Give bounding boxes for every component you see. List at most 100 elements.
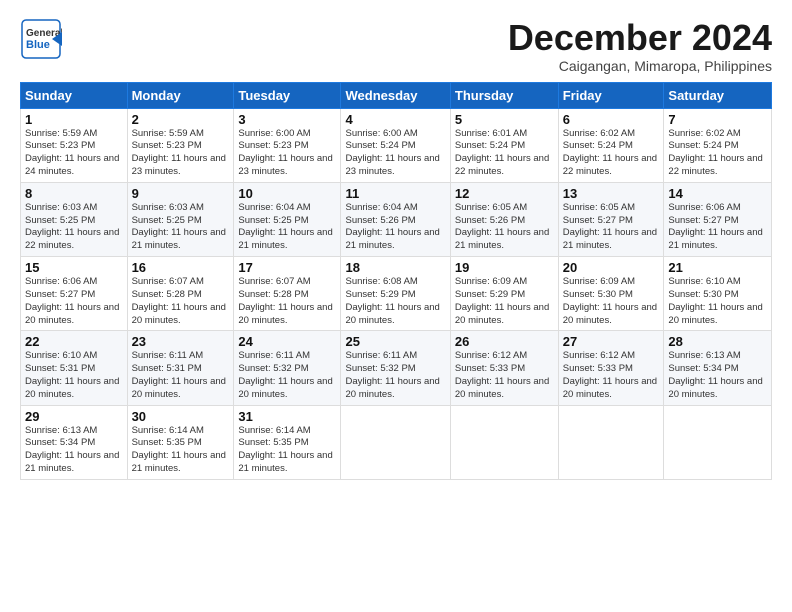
day-number: 30: [132, 409, 230, 424]
cell-sun-info: Sunrise: 6:02 AM Sunset: 5:24 PM Dayligh…: [668, 128, 767, 179]
calendar-cell: 18Sunrise: 6:08 AM Sunset: 5:29 PM Dayli…: [341, 257, 450, 331]
calendar-cell: 12Sunrise: 6:05 AM Sunset: 5:26 PM Dayli…: [450, 182, 558, 256]
logo: General Blue: [20, 18, 62, 60]
calendar-cell: 15Sunrise: 6:06 AM Sunset: 5:27 PM Dayli…: [21, 257, 128, 331]
day-number: 27: [563, 334, 660, 349]
col-sunday: Sunday: [21, 82, 128, 108]
day-number: 21: [668, 260, 767, 275]
cell-sun-info: Sunrise: 6:14 AM Sunset: 5:35 PM Dayligh…: [238, 425, 336, 476]
cell-sun-info: Sunrise: 6:07 AM Sunset: 5:28 PM Dayligh…: [132, 276, 230, 327]
day-number: 9: [132, 186, 230, 201]
cell-sun-info: Sunrise: 6:10 AM Sunset: 5:30 PM Dayligh…: [668, 276, 767, 327]
calendar-cell: 9Sunrise: 6:03 AM Sunset: 5:25 PM Daylig…: [127, 182, 234, 256]
calendar-header-row: Sunday Monday Tuesday Wednesday Thursday…: [21, 82, 772, 108]
calendar-cell: 26Sunrise: 6:12 AM Sunset: 5:33 PM Dayli…: [450, 331, 558, 405]
calendar-cell: 7Sunrise: 6:02 AM Sunset: 5:24 PM Daylig…: [664, 108, 772, 182]
cell-sun-info: Sunrise: 6:03 AM Sunset: 5:25 PM Dayligh…: [25, 202, 123, 253]
location: Caigangan, Mimaropa, Philippines: [508, 58, 772, 74]
calendar-cell: 3Sunrise: 6:00 AM Sunset: 5:23 PM Daylig…: [234, 108, 341, 182]
cell-sun-info: Sunrise: 6:11 AM Sunset: 5:32 PM Dayligh…: [238, 350, 336, 401]
cell-sun-info: Sunrise: 6:06 AM Sunset: 5:27 PM Dayligh…: [668, 202, 767, 253]
cell-sun-info: Sunrise: 6:04 AM Sunset: 5:26 PM Dayligh…: [345, 202, 445, 253]
cell-sun-info: Sunrise: 6:04 AM Sunset: 5:25 PM Dayligh…: [238, 202, 336, 253]
cell-sun-info: Sunrise: 6:12 AM Sunset: 5:33 PM Dayligh…: [455, 350, 554, 401]
cell-sun-info: Sunrise: 6:05 AM Sunset: 5:27 PM Dayligh…: [563, 202, 660, 253]
day-number: 28: [668, 334, 767, 349]
cell-sun-info: Sunrise: 6:10 AM Sunset: 5:31 PM Dayligh…: [25, 350, 123, 401]
calendar-cell: 8Sunrise: 6:03 AM Sunset: 5:25 PM Daylig…: [21, 182, 128, 256]
day-number: 8: [25, 186, 123, 201]
cell-sun-info: Sunrise: 6:07 AM Sunset: 5:28 PM Dayligh…: [238, 276, 336, 327]
day-number: 12: [455, 186, 554, 201]
day-number: 2: [132, 112, 230, 127]
cell-sun-info: Sunrise: 6:14 AM Sunset: 5:35 PM Dayligh…: [132, 425, 230, 476]
logo-icon: General Blue: [20, 18, 62, 60]
day-number: 24: [238, 334, 336, 349]
calendar-week-row: 15Sunrise: 6:06 AM Sunset: 5:27 PM Dayli…: [21, 257, 772, 331]
calendar-cell: [341, 405, 450, 479]
day-number: 23: [132, 334, 230, 349]
day-number: 11: [345, 186, 445, 201]
calendar-cell: 14Sunrise: 6:06 AM Sunset: 5:27 PM Dayli…: [664, 182, 772, 256]
day-number: 17: [238, 260, 336, 275]
svg-text:Blue: Blue: [26, 39, 50, 51]
cell-sun-info: Sunrise: 6:08 AM Sunset: 5:29 PM Dayligh…: [345, 276, 445, 327]
col-monday: Monday: [127, 82, 234, 108]
cell-sun-info: Sunrise: 6:03 AM Sunset: 5:25 PM Dayligh…: [132, 202, 230, 253]
calendar-cell: 2Sunrise: 5:59 AM Sunset: 5:23 PM Daylig…: [127, 108, 234, 182]
day-number: 5: [455, 112, 554, 127]
cell-sun-info: Sunrise: 6:11 AM Sunset: 5:32 PM Dayligh…: [345, 350, 445, 401]
cell-sun-info: Sunrise: 6:12 AM Sunset: 5:33 PM Dayligh…: [563, 350, 660, 401]
calendar-week-row: 29Sunrise: 6:13 AM Sunset: 5:34 PM Dayli…: [21, 405, 772, 479]
calendar-cell: 20Sunrise: 6:09 AM Sunset: 5:30 PM Dayli…: [558, 257, 664, 331]
calendar-cell: 13Sunrise: 6:05 AM Sunset: 5:27 PM Dayli…: [558, 182, 664, 256]
cell-sun-info: Sunrise: 5:59 AM Sunset: 5:23 PM Dayligh…: [132, 128, 230, 179]
day-number: 22: [25, 334, 123, 349]
cell-sun-info: Sunrise: 6:02 AM Sunset: 5:24 PM Dayligh…: [563, 128, 660, 179]
calendar-week-row: 1Sunrise: 5:59 AM Sunset: 5:23 PM Daylig…: [21, 108, 772, 182]
calendar-cell: 27Sunrise: 6:12 AM Sunset: 5:33 PM Dayli…: [558, 331, 664, 405]
day-number: 10: [238, 186, 336, 201]
month-title: December 2024: [508, 18, 772, 58]
cell-sun-info: Sunrise: 6:09 AM Sunset: 5:29 PM Dayligh…: [455, 276, 554, 327]
calendar-week-row: 8Sunrise: 6:03 AM Sunset: 5:25 PM Daylig…: [21, 182, 772, 256]
cell-sun-info: Sunrise: 6:13 AM Sunset: 5:34 PM Dayligh…: [668, 350, 767, 401]
calendar-cell: 30Sunrise: 6:14 AM Sunset: 5:35 PM Dayli…: [127, 405, 234, 479]
title-area: December 2024 Caigangan, Mimaropa, Phili…: [508, 18, 772, 74]
calendar-cell: 22Sunrise: 6:10 AM Sunset: 5:31 PM Dayli…: [21, 331, 128, 405]
day-number: 20: [563, 260, 660, 275]
cell-sun-info: Sunrise: 6:00 AM Sunset: 5:23 PM Dayligh…: [238, 128, 336, 179]
calendar-cell: 23Sunrise: 6:11 AM Sunset: 5:31 PM Dayli…: [127, 331, 234, 405]
day-number: 13: [563, 186, 660, 201]
calendar-cell: 29Sunrise: 6:13 AM Sunset: 5:34 PM Dayli…: [21, 405, 128, 479]
header: General Blue December 2024 Caigangan, Mi…: [20, 18, 772, 74]
day-number: 29: [25, 409, 123, 424]
day-number: 16: [132, 260, 230, 275]
cell-sun-info: Sunrise: 6:05 AM Sunset: 5:26 PM Dayligh…: [455, 202, 554, 253]
day-number: 26: [455, 334, 554, 349]
calendar-cell: 25Sunrise: 6:11 AM Sunset: 5:32 PM Dayli…: [341, 331, 450, 405]
col-saturday: Saturday: [664, 82, 772, 108]
calendar-table: Sunday Monday Tuesday Wednesday Thursday…: [20, 82, 772, 480]
cell-sun-info: Sunrise: 6:01 AM Sunset: 5:24 PM Dayligh…: [455, 128, 554, 179]
day-number: 25: [345, 334, 445, 349]
cell-sun-info: Sunrise: 6:13 AM Sunset: 5:34 PM Dayligh…: [25, 425, 123, 476]
day-number: 6: [563, 112, 660, 127]
day-number: 14: [668, 186, 767, 201]
day-number: 19: [455, 260, 554, 275]
calendar-cell: 24Sunrise: 6:11 AM Sunset: 5:32 PM Dayli…: [234, 331, 341, 405]
day-number: 1: [25, 112, 123, 127]
col-tuesday: Tuesday: [234, 82, 341, 108]
cell-sun-info: Sunrise: 5:59 AM Sunset: 5:23 PM Dayligh…: [25, 128, 123, 179]
calendar-cell: 28Sunrise: 6:13 AM Sunset: 5:34 PM Dayli…: [664, 331, 772, 405]
day-number: 7: [668, 112, 767, 127]
calendar-cell: 4Sunrise: 6:00 AM Sunset: 5:24 PM Daylig…: [341, 108, 450, 182]
calendar-cell: [450, 405, 558, 479]
calendar-cell: 19Sunrise: 6:09 AM Sunset: 5:29 PM Dayli…: [450, 257, 558, 331]
day-number: 15: [25, 260, 123, 275]
day-number: 3: [238, 112, 336, 127]
calendar-cell: 1Sunrise: 5:59 AM Sunset: 5:23 PM Daylig…: [21, 108, 128, 182]
calendar-cell: [558, 405, 664, 479]
page: General Blue December 2024 Caigangan, Mi…: [0, 0, 792, 612]
calendar-cell: 5Sunrise: 6:01 AM Sunset: 5:24 PM Daylig…: [450, 108, 558, 182]
